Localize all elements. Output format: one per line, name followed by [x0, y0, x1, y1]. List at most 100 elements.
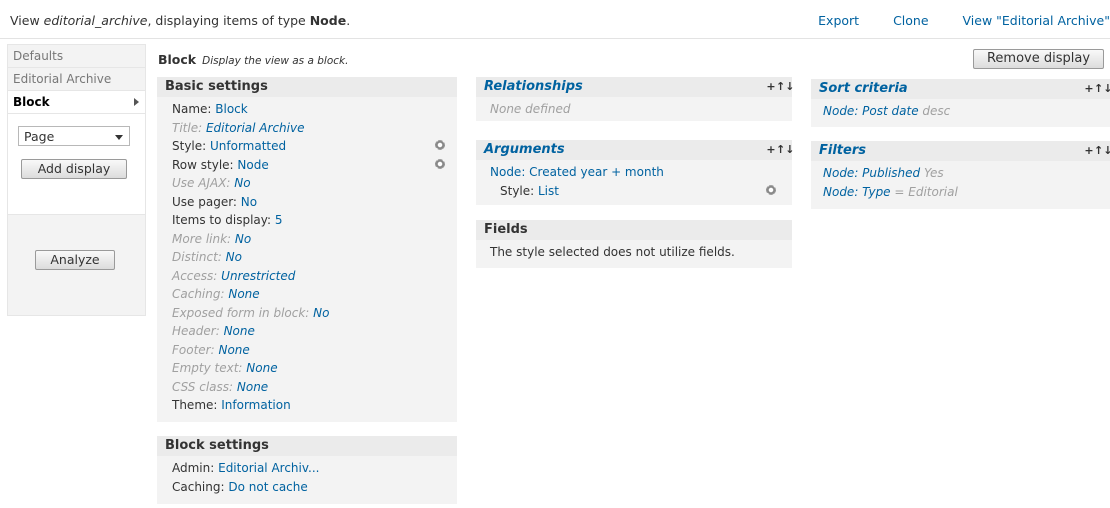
basic-setting-row: Exposed form in block: No: [172, 304, 457, 323]
sort-header: Sort criteria +↑↓: [811, 79, 1110, 99]
basic-setting-value-link[interactable]: None: [218, 343, 249, 357]
basic-setting-value-link[interactable]: None: [224, 324, 255, 338]
add-icon[interactable]: +: [766, 77, 776, 97]
display-tabs: Defaults Editorial Archive Block Page Ad…: [7, 44, 146, 316]
tab-editorial-archive[interactable]: Editorial Archive: [8, 68, 145, 91]
basic-setting-value-link[interactable]: Editorial Archive: [206, 121, 305, 135]
basic-setting-row: CSS class: None: [172, 378, 457, 397]
rearrange-icon[interactable]: ↑↓: [1094, 79, 1110, 99]
rearrange-icon[interactable]: ↑↓: [776, 140, 794, 160]
basic-setting-value-link[interactable]: No: [241, 195, 257, 209]
basic-setting-row: Use AJAX: No: [172, 174, 457, 193]
basic-setting-label: Title:: [172, 120, 206, 135]
filters-title[interactable]: Filters: [819, 143, 866, 158]
basic-setting-label: Distinct:: [172, 250, 226, 264]
sort-criteria-title[interactable]: Sort criteria: [819, 81, 908, 96]
basic-setting-row: More link: No: [172, 230, 457, 249]
basic-setting-label: Row style:: [172, 157, 238, 172]
basic-setting-value-link[interactable]: No: [226, 250, 242, 264]
display-type-value: Page: [24, 129, 55, 144]
rearrange-icon[interactable]: ↑↓: [1094, 141, 1110, 161]
relationships-icons: +↑↓: [766, 77, 794, 97]
basic-setting-value-link[interactable]: Unformatted: [210, 139, 286, 153]
block-settings-panel: Block settings Admin: Editorial Archiv..…: [157, 436, 457, 504]
gear-icon[interactable]: [435, 158, 445, 169]
display-description: Display the view as a block.: [202, 55, 349, 67]
export-link[interactable]: Export: [818, 13, 859, 28]
basic-setting-row: Name: Block: [172, 100, 457, 119]
filter-published-suffix: Yes: [920, 166, 944, 180]
basic-setting-value-link[interactable]: None: [237, 380, 268, 394]
basic-setting-value-link[interactable]: Information: [221, 398, 290, 412]
argument-style-label: Style:: [500, 183, 538, 198]
filter-type-row: Node: Type = Editorial: [823, 183, 1110, 202]
tab-defaults[interactable]: Defaults: [8, 45, 145, 68]
add-display-button[interactable]: Add display: [21, 159, 127, 179]
basic-setting-value-link[interactable]: Node: [237, 158, 268, 172]
basic-setting-label: Caching:: [172, 287, 229, 301]
basic-setting-label: CSS class:: [172, 379, 237, 394]
add-icon[interactable]: +: [766, 140, 776, 160]
clone-link[interactable]: Clone: [893, 13, 928, 28]
gear-icon[interactable]: [435, 140, 445, 150]
chevron-down-icon: [115, 135, 123, 140]
view-page-link[interactable]: View "Editorial Archive": [963, 13, 1110, 28]
arrow-right-icon: [134, 98, 139, 106]
argument-style-link[interactable]: List: [538, 184, 559, 198]
rearrange-icon[interactable]: ↑↓: [776, 77, 794, 97]
basic-setting-row: Style: Unformatted: [172, 137, 457, 156]
header-links: Export Clone View "Editorial Archive": [788, 13, 1110, 28]
filter-type-link[interactable]: Node: Type: [823, 185, 891, 199]
tab-block[interactable]: Block: [8, 91, 145, 114]
sort-item-link[interactable]: Node: Post date: [823, 104, 919, 118]
argument-item[interactable]: Node: Created year + month: [490, 165, 664, 179]
block-caching-link[interactable]: Do not cache: [228, 480, 307, 494]
basic-setting-row: Use pager: No: [172, 193, 457, 212]
gear-icon[interactable]: [766, 184, 776, 195]
display-name: Block: [158, 52, 197, 67]
arguments-title[interactable]: Arguments: [484, 142, 565, 157]
basic-setting-value-link[interactable]: 5: [275, 213, 283, 227]
sort-criteria-panel: Sort criteria +↑↓ Node: Post date desc: [811, 79, 1110, 127]
basic-setting-value-link[interactable]: None: [246, 361, 277, 375]
display-type-select[interactable]: Page: [18, 126, 130, 146]
basic-setting-row: Caching: None: [172, 285, 457, 304]
relationships-title[interactable]: Relationships: [484, 79, 583, 94]
block-admin-link[interactable]: Editorial Archiv...: [218, 461, 319, 475]
block-admin-label: Admin:: [172, 461, 219, 475]
add-icon[interactable]: +: [1084, 79, 1094, 99]
view-description: View editorial_archive, displaying items…: [10, 13, 350, 28]
block-settings-title: Block settings: [157, 436, 457, 456]
filters-icons: +↑↓: [1084, 141, 1110, 161]
remove-display-button[interactable]: Remove display: [973, 49, 1104, 69]
desc-middle: , displaying items of type: [147, 13, 310, 28]
basic-setting-row: Access: Unrestricted: [172, 267, 457, 286]
add-icon[interactable]: +: [1084, 141, 1094, 161]
basic-setting-label: Style:: [172, 139, 210, 153]
arguments-panel: Arguments +↑↓ Node: Created year + month…: [476, 140, 794, 205]
filters-header: Filters +↑↓: [811, 141, 1110, 161]
block-caching-row: Caching: Do not cache: [172, 478, 457, 497]
basic-setting-label: Exposed form in block:: [172, 305, 314, 320]
basic-setting-label: More link:: [172, 231, 235, 246]
analyze-button[interactable]: Analyze: [35, 250, 115, 270]
basic-setting-label: Access:: [172, 268, 222, 283]
relationships-header: Relationships +↑↓: [476, 77, 794, 97]
basic-setting-row: Row style: Node: [172, 156, 457, 175]
basic-setting-value-link[interactable]: No: [234, 176, 250, 190]
basic-settings-list: Name: Block Title: Editorial Archive Style…: [157, 97, 457, 421]
basic-setting-value-link[interactable]: Unrestricted: [221, 269, 295, 283]
basic-setting-value-link[interactable]: Block: [215, 102, 247, 116]
relationships-empty: None defined: [490, 102, 571, 116]
basic-setting-row: Theme: Information: [172, 396, 457, 415]
basic-setting-value-link[interactable]: No: [235, 232, 251, 246]
desc-prefix: View: [10, 13, 44, 28]
basic-setting-value-link[interactable]: No: [313, 306, 329, 320]
basic-setting-row: Title: Editorial Archive: [172, 119, 457, 138]
sort-item-row: Node: Post date desc: [823, 102, 1110, 121]
basic-setting-value-link[interactable]: None: [228, 287, 259, 301]
basic-setting-row: Items to display: 5: [172, 211, 457, 230]
basic-setting-label: Use pager:: [172, 194, 241, 209]
fields-panel: Fields The style selected does not utili…: [476, 220, 792, 268]
filter-published-link[interactable]: Node: Published: [823, 166, 920, 180]
